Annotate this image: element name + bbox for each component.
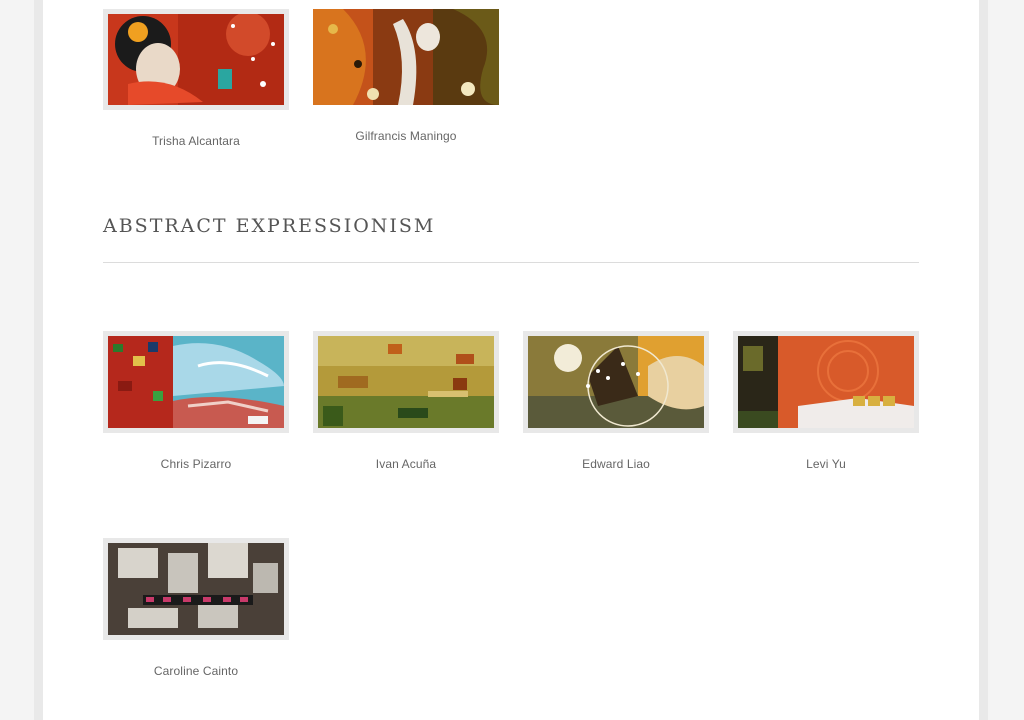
artwork-image — [313, 9, 499, 105]
artist-name[interactable]: Gilfrancis Maningo — [313, 129, 499, 143]
artist-name[interactable]: Edward Liao — [523, 457, 709, 471]
section-title: ABSTRACT EXPRESSIONISM — [103, 215, 436, 237]
artist-name[interactable]: Caroline Cainto — [103, 664, 289, 678]
artwork-image — [108, 14, 284, 105]
page-frame-left — [34, 0, 43, 720]
artist-name[interactable]: Levi Yu — [733, 457, 919, 471]
artist-name[interactable]: Chris Pizarro — [103, 457, 289, 471]
gallery-content: Trisha Alcantara Gilfrancis Maningo ABST… — [43, 0, 979, 720]
artwork-image — [108, 543, 284, 635]
artwork-thumbnail-ivan-acuna[interactable] — [313, 331, 499, 433]
artist-name[interactable]: Trisha Alcantara — [103, 134, 289, 148]
artwork-image — [528, 336, 704, 428]
artwork-image — [738, 336, 914, 428]
section-divider — [103, 262, 919, 263]
artwork-thumbnail-caroline-cainto[interactable] — [103, 538, 289, 640]
artist-name[interactable]: Ivan Acuña — [313, 457, 499, 471]
artwork-image — [318, 336, 494, 428]
artwork-thumbnail-gilfrancis-maningo[interactable] — [313, 9, 499, 105]
artwork-thumbnail-chris-pizarro[interactable] — [103, 331, 289, 433]
artwork-thumbnail-edward-liao[interactable] — [523, 331, 709, 433]
artwork-thumbnail-levi-yu[interactable] — [733, 331, 919, 433]
artwork-image — [108, 336, 284, 428]
page-frame-right — [979, 0, 988, 720]
artwork-thumbnail-trisha-alcantara[interactable] — [103, 9, 289, 110]
